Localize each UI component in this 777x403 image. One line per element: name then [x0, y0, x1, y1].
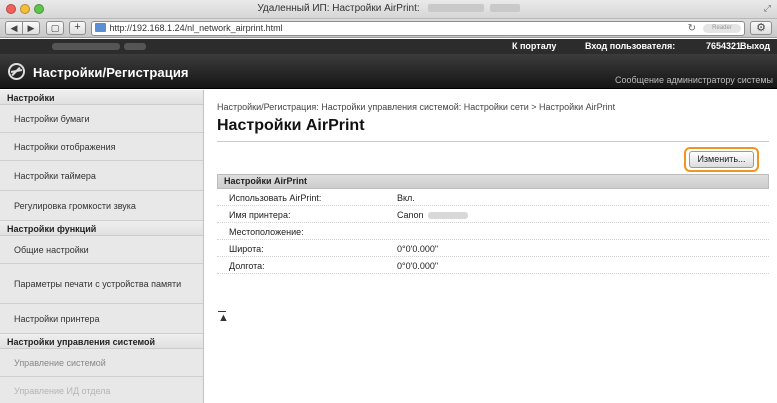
settings-row-longitude: Долгота: 0°0'0.000" [217, 257, 769, 274]
settings-row-use-airprint: Использовать AirPrint: Вкл. [217, 189, 769, 206]
portal-link[interactable]: К порталу [512, 41, 556, 51]
row-label: Имя принтера: [229, 210, 291, 220]
fullscreen-icon[interactable]: ⤢ [764, 3, 771, 14]
row-label: Широта: [229, 244, 264, 254]
row-value: Вкл. [397, 193, 415, 203]
page-header-title: Настройки/Регистрация [33, 65, 189, 80]
reload-icon[interactable]: ↻ [688, 22, 696, 35]
tabs-icon[interactable]: ▢ [46, 21, 64, 35]
edit-button[interactable]: Изменить... [689, 151, 754, 168]
row-value: Canon [397, 210, 468, 220]
sidebar-item-display-settings[interactable]: Настройки отображения [0, 133, 203, 161]
sidebar-section-settings[interactable]: Настройки [0, 90, 203, 105]
breadcrumb: Настройки/Регистрация: Настройки управле… [217, 102, 616, 112]
airprint-settings-panel: Настройки AirPrint Использовать AirPrint… [217, 174, 769, 274]
reader-button[interactable]: Reader [703, 24, 741, 33]
sidebar-section-function-settings[interactable]: Настройки функций [0, 221, 203, 236]
window-titlebar: Удаленный ИП: Настройки AirPrint: ⤢ [0, 0, 777, 19]
sidebar-item-volume-settings[interactable]: Регулировка громкости звука [0, 191, 203, 221]
title-divider [217, 141, 769, 142]
sidebar-item-timer-settings[interactable]: Настройки таймера [0, 161, 203, 191]
sidebar-item-common-settings[interactable]: Общие настройки [0, 236, 203, 264]
settings-tools-icon [8, 63, 25, 80]
app-header: Настройки/Регистрация Сообщение админист… [0, 54, 777, 89]
settings-row-printer-name: Имя принтера: Canon [217, 206, 769, 223]
browser-toolbar: ◀ ▶ ▢ + http://192.168.1.24/nl_network_a… [0, 19, 777, 38]
settings-row-location: Местоположение: [217, 223, 769, 240]
admin-message-link[interactable]: Сообщение администратору системы [615, 75, 773, 85]
url-text: http://192.168.1.24/nl_network_airprint.… [109, 23, 283, 33]
logout-link[interactable]: Выход [740, 41, 770, 51]
sidebar-item-printer-settings[interactable]: Настройки принтера [0, 304, 203, 334]
device-model-blurred [124, 43, 146, 50]
settings-gear-icon[interactable]: ⚙ [750, 21, 772, 35]
address-bar[interactable]: http://192.168.1.24/nl_network_airprint.… [91, 21, 745, 36]
panel-title: Настройки AirPrint [217, 174, 769, 189]
main-content: Настройки/Регистрация: Настройки управле… [205, 90, 777, 403]
sidebar-item-system-management[interactable]: Управление системой [0, 349, 203, 377]
sidebar: Настройки Настройки бумаги Настройки ото… [0, 90, 204, 403]
login-user: 7654321 [706, 41, 742, 51]
row-label: Долгота: [229, 261, 265, 271]
page-title: Настройки AirPrint [217, 117, 365, 134]
device-name-blurred [52, 43, 120, 50]
sidebar-item-department-id[interactable]: Управление ИД отдела [0, 377, 203, 403]
window-title: Удаленный ИП: Настройки AirPrint: [0, 3, 777, 14]
row-label: Местоположение: [229, 227, 304, 237]
forward-icon[interactable]: ▶ [22, 21, 40, 35]
row-value: 0°0'0.000" [397, 244, 439, 254]
printer-name-blurred [427, 212, 468, 220]
sidebar-item-memory-print-settings[interactable]: Параметры печати с устройства памяти [0, 264, 203, 304]
sidebar-section-system-management[interactable]: Настройки управления системой [0, 334, 203, 349]
row-value: 0°0'0.000" [397, 261, 439, 271]
settings-row-latitude: Широта: 0°0'0.000" [217, 240, 769, 257]
row-label: Использовать AirPrint: [229, 193, 322, 203]
back-icon[interactable]: ◀ [5, 21, 23, 35]
portal-topbar: К порталу Вход пользователя: 7654321 Вых… [0, 39, 777, 54]
back-to-top-icon[interactable]: ▲ [218, 311, 229, 324]
edit-button-highlight: Изменить... [684, 147, 759, 172]
favicon-icon [95, 23, 106, 32]
login-label: Вход пользователя: [585, 41, 676, 51]
add-tab-icon[interactable]: + [69, 21, 86, 35]
sidebar-item-paper-settings[interactable]: Настройки бумаги [0, 105, 203, 133]
